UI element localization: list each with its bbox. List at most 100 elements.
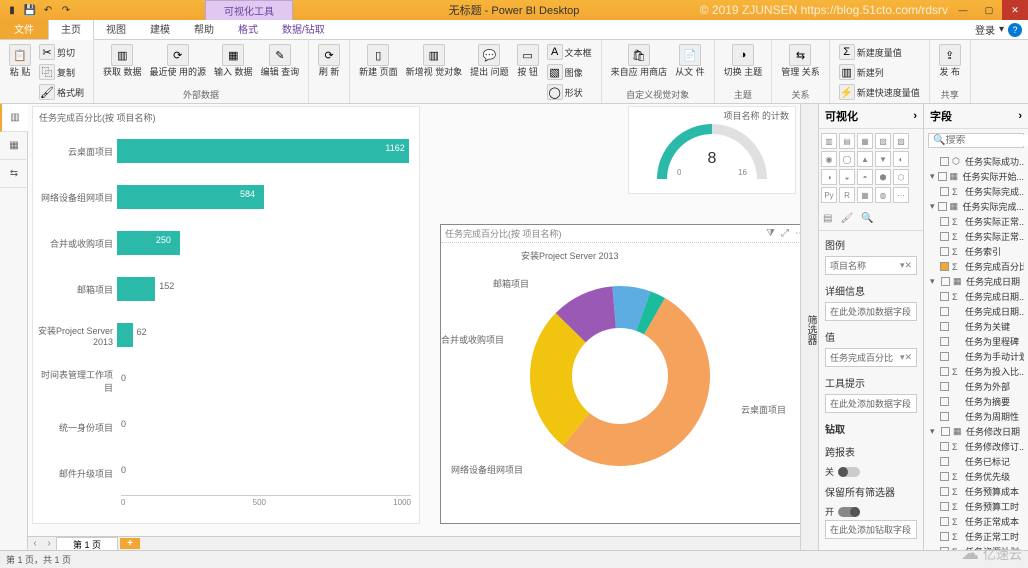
paste-button[interactable]: 📋粘 贴 xyxy=(6,42,34,102)
checkbox[interactable] xyxy=(940,292,949,301)
field-item[interactable]: ▾▦任务实际完成... xyxy=(928,199,1024,214)
field-item[interactable]: ▾▦任务完成日期 xyxy=(928,274,1024,289)
format-tab-icon[interactable]: 🖌 xyxy=(840,213,853,224)
details-field-well[interactable]: 在此处添加数据字段 xyxy=(825,302,917,321)
checkbox[interactable] xyxy=(940,472,949,481)
chevron-down-icon[interactable]: ▾ xyxy=(930,171,935,182)
undo-icon[interactable]: ↶ xyxy=(40,2,56,18)
field-item[interactable]: ▾▦任务修改日期 xyxy=(928,424,1024,439)
checkbox[interactable] xyxy=(938,172,947,181)
viz-type-icon[interactable]: ▦ xyxy=(857,133,873,149)
format-painter-button[interactable]: 🖌格式刷 xyxy=(36,82,87,102)
checkbox[interactable] xyxy=(940,532,949,541)
viz-type-icon[interactable]: ▥ xyxy=(821,133,837,149)
checkbox[interactable] xyxy=(940,337,949,346)
tab-data-drill[interactable]: 数据/钻取 xyxy=(270,18,337,39)
field-item[interactable]: Σ任务修改修订... xyxy=(928,439,1024,454)
shapes-button[interactable]: ◯形状 xyxy=(544,82,595,102)
checkbox[interactable] xyxy=(940,397,949,406)
viz-type-icon[interactable]: ▦ xyxy=(857,187,873,203)
checkbox[interactable] xyxy=(940,187,949,196)
field-item[interactable]: ⬡任务实际成功... xyxy=(928,154,1024,169)
keep-filters-toggle[interactable]: 开 xyxy=(823,503,919,520)
drill-field-well[interactable]: 在此处添加钻取字段 xyxy=(825,520,917,539)
chevron-down-icon[interactable]: ▾✕ xyxy=(900,260,912,271)
fields-search[interactable]: 🔍 xyxy=(928,133,1024,148)
field-item[interactable]: Σ任务实际正常... xyxy=(928,214,1024,229)
field-item[interactable]: Σ任务实际完成... xyxy=(928,184,1024,199)
filters-pane-collapsed[interactable]: 筛选器 xyxy=(800,104,818,550)
new-measure-button[interactable]: Σ新建度量值 xyxy=(836,42,923,62)
viz-type-icon[interactable]: ⬢ xyxy=(875,169,891,185)
enter-data-button[interactable]: ▦输入 数据 xyxy=(211,42,256,79)
viz-type-icon[interactable]: ◍ xyxy=(875,187,891,203)
checkbox[interactable] xyxy=(940,367,949,376)
close-icon[interactable]: ✕ xyxy=(1002,0,1028,20)
field-item[interactable]: Σ任务正常工时 xyxy=(928,529,1024,544)
checkbox[interactable] xyxy=(940,487,949,496)
ask-question-button[interactable]: 💬提出 问题 xyxy=(467,42,512,102)
recent-sources-button[interactable]: ⟳最近使 用的源 xyxy=(147,42,210,79)
bar[interactable] xyxy=(117,277,155,301)
file-tab[interactable]: 文件 xyxy=(0,18,48,39)
checkbox[interactable] xyxy=(940,307,949,316)
checkbox[interactable] xyxy=(940,217,949,226)
report-canvas[interactable]: 任务完成百分比(按 项目名称) 云桌面项目1162网络设备组网项目584合并或收… xyxy=(28,104,800,536)
data-view-button[interactable]: ▦ xyxy=(0,132,28,160)
viz-type-icon[interactable]: ◒ xyxy=(839,169,855,185)
viz-type-icon[interactable]: ◓ xyxy=(857,169,873,185)
viz-type-icon[interactable]: R xyxy=(839,187,855,203)
checkbox[interactable] xyxy=(940,352,949,361)
maximize-icon[interactable]: ▢ xyxy=(976,0,1002,20)
checkbox[interactable] xyxy=(940,442,949,451)
bar[interactable] xyxy=(117,139,409,163)
filter-icon[interactable]: ⧩ xyxy=(766,228,775,239)
field-item[interactable]: Σ任务为投入比... xyxy=(928,364,1024,379)
checkbox[interactable] xyxy=(940,262,949,271)
field-item[interactable]: Σ任务优先级 xyxy=(928,469,1024,484)
bar-chart-visual[interactable]: 任务完成百分比(按 项目名称) 云桌面项目1162网络设备组网项目584合并或收… xyxy=(32,106,420,524)
tab-help[interactable]: 帮助 xyxy=(182,18,226,39)
checkbox[interactable] xyxy=(940,157,949,166)
field-item[interactable]: 任务为手动计划 xyxy=(928,349,1024,364)
viz-type-icon[interactable]: ◐ xyxy=(893,151,909,167)
login-area[interactable]: 登录 ▾ ? xyxy=(969,20,1028,39)
viz-type-icon[interactable]: ▼ xyxy=(875,151,891,167)
publish-button[interactable]: ⇪发 布 xyxy=(936,42,964,79)
field-item[interactable]: 任务为摘要 xyxy=(928,394,1024,409)
quick-measure-button[interactable]: ⚡新建快速度量值 xyxy=(836,82,923,102)
minimize-icon[interactable]: — xyxy=(950,0,976,20)
refresh-button[interactable]: ⟳刷 新 xyxy=(315,42,343,79)
viz-type-icon[interactable]: ◯ xyxy=(839,151,855,167)
redo-icon[interactable]: ↷ xyxy=(58,2,74,18)
page-tab[interactable]: 第 1 页 xyxy=(56,537,118,551)
legend-field-well[interactable]: 项目名称▾✕ xyxy=(825,256,917,275)
marketplace-button[interactable]: 🛍来自应 用商店 xyxy=(608,42,671,79)
viz-type-icon[interactable]: ▧ xyxy=(875,133,891,149)
switch-theme-button[interactable]: ◑切换 主题 xyxy=(721,42,766,79)
field-item[interactable]: 任务完成日期... xyxy=(928,304,1024,319)
buttons-button[interactable]: ▭按 钮 xyxy=(514,42,542,102)
field-item[interactable]: Σ任务完成百分比 xyxy=(928,259,1024,274)
next-page-icon[interactable]: › xyxy=(42,538,56,549)
add-page-button[interactable]: + xyxy=(120,538,140,549)
image-button[interactable]: ▧图像 xyxy=(544,62,595,82)
chevron-down-icon[interactable]: ▾ xyxy=(930,276,938,287)
new-visual-button[interactable]: ▥新增视 觉对象 xyxy=(403,42,466,102)
new-page-button[interactable]: ▯新建 页面 xyxy=(356,42,401,102)
viz-type-icon[interactable]: Py xyxy=(821,187,837,203)
from-file-button[interactable]: 📄从文 件 xyxy=(672,42,708,79)
edit-queries-button[interactable]: ✎编辑 查询 xyxy=(258,42,303,79)
viz-type-icon[interactable]: ▤ xyxy=(839,133,855,149)
donut-visual[interactable]: 任务完成百分比(按 项目名称) ⧩ ⤢ ⋯ 安装Project Server 2… xyxy=(440,224,800,524)
textbox-button[interactable]: A文本框 xyxy=(544,42,595,62)
checkbox[interactable] xyxy=(940,457,949,466)
save-icon[interactable]: 💾 xyxy=(22,2,38,18)
viz-type-icon[interactable]: ⋯ xyxy=(893,187,909,203)
viz-type-icon[interactable]: ⬡ xyxy=(893,169,909,185)
field-item[interactable]: 任务为周期性 xyxy=(928,409,1024,424)
values-field-well[interactable]: 任务完成百分比▾✕ xyxy=(825,348,917,367)
new-column-button[interactable]: ▥新建列 xyxy=(836,62,923,82)
field-item[interactable]: Σ任务预算工时 xyxy=(928,499,1024,514)
field-item[interactable]: ▾▦任务实际开始... xyxy=(928,169,1024,184)
